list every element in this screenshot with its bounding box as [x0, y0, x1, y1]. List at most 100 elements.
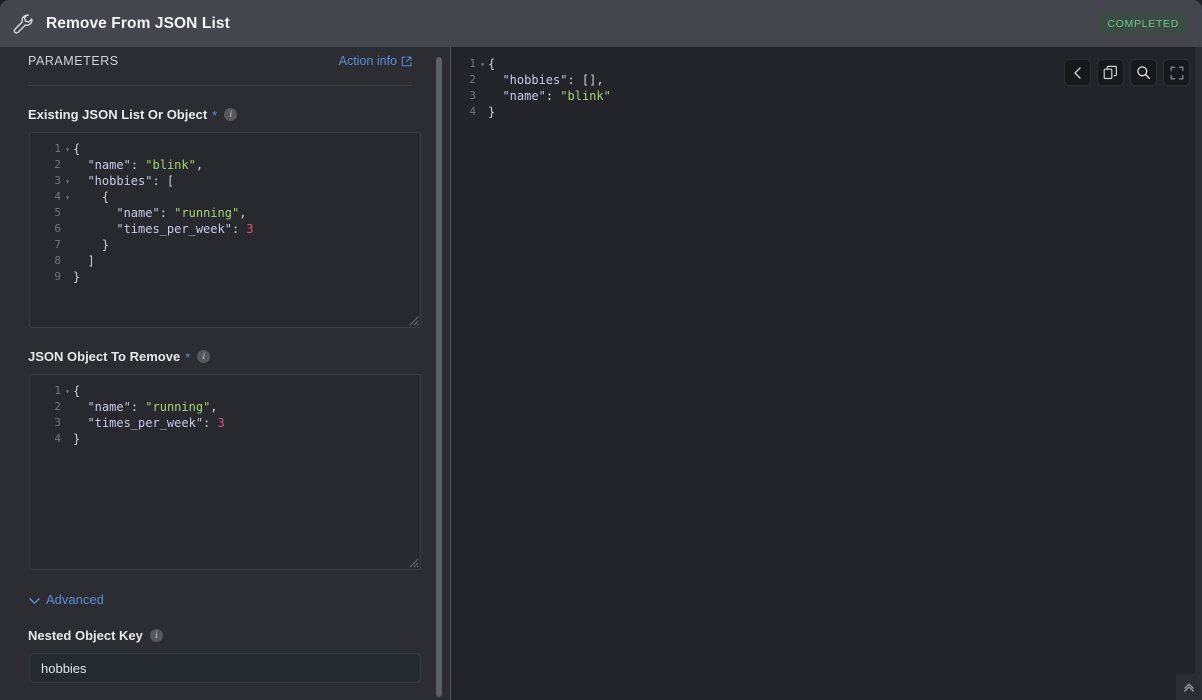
- external-link-icon: [401, 56, 412, 67]
- line-number: 9: [54, 270, 61, 283]
- line-number: 2: [54, 400, 61, 413]
- fold-arrow-icon[interactable]: [477, 104, 488, 120]
- code-line: 3 "name": "blink": [459, 88, 1202, 104]
- fold-arrow-icon[interactable]: [62, 399, 73, 415]
- line-number: 7: [54, 238, 61, 251]
- fold-arrow-icon[interactable]: [62, 237, 73, 253]
- section-divider: [28, 85, 412, 86]
- info-icon[interactable]: i: [224, 107, 238, 121]
- line-number: 3: [54, 174, 61, 187]
- fold-arrow-icon[interactable]: ▾: [62, 173, 73, 189]
- double-chevron-up-icon[interactable]: [1176, 674, 1202, 700]
- editor-resize-handle[interactable]: [406, 313, 419, 326]
- parameters-scrollbar[interactable]: [436, 47, 442, 700]
- advanced-label: Advanced: [46, 592, 104, 607]
- line-number: 4: [469, 105, 476, 118]
- line-number: 2: [54, 158, 61, 171]
- required-marker: *: [185, 350, 191, 365]
- line-number: 1: [54, 142, 61, 155]
- code-line-text: "name": "blink",: [87, 158, 204, 172]
- fold-arrow-icon[interactable]: ▾: [62, 141, 73, 157]
- fold-arrow-icon[interactable]: [62, 431, 73, 447]
- fold-arrow-icon[interactable]: [62, 205, 73, 221]
- code-line: 4}: [459, 104, 1202, 120]
- window-header: Remove From JSON List COMPLETED: [0, 0, 1202, 47]
- action-info-link[interactable]: Action info: [339, 54, 412, 68]
- code-line-text: }: [73, 432, 81, 446]
- line-number: 4: [54, 190, 61, 203]
- code-line-text: }: [73, 270, 81, 284]
- code-line: 2 "name": "running",: [30, 399, 420, 415]
- fullscreen-icon[interactable]: [1163, 59, 1190, 86]
- code-line-text: ]: [73, 254, 95, 268]
- required-marker: *: [212, 108, 218, 123]
- fold-arrow-icon[interactable]: [477, 72, 488, 88]
- json-object-to-remove-editor[interactable]: 1 ▾{2 "name": "running", 3 "times_per_week…: [29, 374, 421, 570]
- line-number: 8: [54, 254, 61, 267]
- code-line: 6 "times_per_week": 3: [30, 221, 420, 237]
- fold-arrow-icon[interactable]: [62, 221, 73, 237]
- field-label-existing-json: Existing JSON List Or Object * i: [0, 105, 436, 123]
- fold-arrow-icon[interactable]: ▾: [62, 383, 73, 399]
- code-line-text: "hobbies": [: [87, 174, 175, 188]
- line-number: 4: [54, 432, 61, 445]
- code-line: 3 "times_per_week": 3: [30, 415, 420, 431]
- code-line: 1 ▾{: [30, 383, 420, 399]
- parameters-section-label: PARAMETERS: [28, 54, 119, 68]
- parameters-scrollbar-thumb[interactable]: [436, 57, 442, 697]
- code-line: 3 ▾ "hobbies": [: [30, 173, 420, 189]
- fold-arrow-icon[interactable]: [62, 157, 73, 173]
- field-label-text: JSON Object To Remove: [28, 348, 181, 364]
- chevron-down-icon: [29, 597, 40, 605]
- line-number: 5: [54, 206, 61, 219]
- code-line: 8 ]: [30, 253, 420, 269]
- code-line-text: "times_per_week": 3: [87, 416, 225, 430]
- code-line-text: {: [73, 384, 81, 398]
- code-line-text: "name": "running",: [87, 400, 218, 414]
- parameters-header-row: PARAMETERS Action info: [0, 54, 436, 76]
- output-scroll-edge: [1195, 47, 1202, 700]
- copy-icon[interactable]: [1097, 59, 1124, 86]
- fold-arrow-icon[interactable]: [477, 88, 488, 104]
- code-line: 2 "name": "blink",: [30, 157, 420, 173]
- output-panel: 1 ▾{2 "hobbies": [], 3 "name": "blink" 4}: [451, 47, 1202, 700]
- fold-arrow-icon[interactable]: [62, 269, 73, 285]
- fold-arrow-icon[interactable]: ▾: [477, 56, 488, 72]
- nested-object-key-input[interactable]: [29, 653, 421, 683]
- status-badge: COMPLETED: [1098, 13, 1188, 34]
- code-line-text: {: [73, 142, 81, 156]
- code-line: 7 }: [30, 237, 420, 253]
- json-object-to-remove-code[interactable]: 1 ▾{2 "name": "running", 3 "times_per_week…: [30, 375, 420, 447]
- code-line: 4 ▾ {: [30, 189, 420, 205]
- line-number: 3: [469, 89, 476, 102]
- back-chevron-icon[interactable]: [1064, 59, 1091, 86]
- code-line-text: "name": "running",: [116, 206, 247, 220]
- parameters-scroll-content: PARAMETERS Action info Existing JSON Lis…: [0, 47, 436, 683]
- field-label-text: Existing JSON List Or Object: [28, 106, 208, 122]
- parameters-panel: PARAMETERS Action info Existing JSON Lis…: [0, 47, 450, 700]
- fold-arrow-icon[interactable]: [62, 415, 73, 431]
- code-line: 9}: [30, 269, 420, 285]
- code-line-text: }: [488, 105, 496, 119]
- code-line-text: }: [73, 238, 110, 252]
- field-label-text: Nested Object Key: [28, 627, 143, 643]
- existing-json-editor[interactable]: 1 ▾{2 "name": "blink", 3 ▾ "hobbies": [4 ▾ {…: [29, 132, 421, 328]
- code-line: 4}: [30, 431, 420, 447]
- field-label-json-object-to-remove: JSON Object To Remove * i: [0, 347, 436, 365]
- code-line: 1 ▾{: [30, 141, 420, 157]
- fold-arrow-icon[interactable]: ▾: [62, 189, 73, 205]
- editor-resize-handle[interactable]: [406, 555, 419, 568]
- existing-json-code[interactable]: 1 ▾{2 "name": "blink", 3 ▾ "hobbies": [4 ▾ {…: [30, 133, 420, 285]
- search-icon[interactable]: [1130, 59, 1157, 86]
- fold-arrow-icon[interactable]: [62, 253, 73, 269]
- action-info-label: Action info: [338, 54, 397, 68]
- code-line-text: {: [73, 190, 110, 204]
- info-icon[interactable]: i: [197, 349, 211, 363]
- advanced-toggle[interactable]: Advanced: [29, 592, 104, 607]
- page-title: Remove From JSON List: [46, 14, 230, 32]
- body-split: PARAMETERS Action info Existing JSON Lis…: [0, 47, 1202, 700]
- line-number: 1: [54, 384, 61, 397]
- info-icon[interactable]: i: [149, 628, 163, 642]
- wrench-icon: [10, 10, 38, 38]
- code-line-text: "times_per_week": 3: [116, 222, 254, 236]
